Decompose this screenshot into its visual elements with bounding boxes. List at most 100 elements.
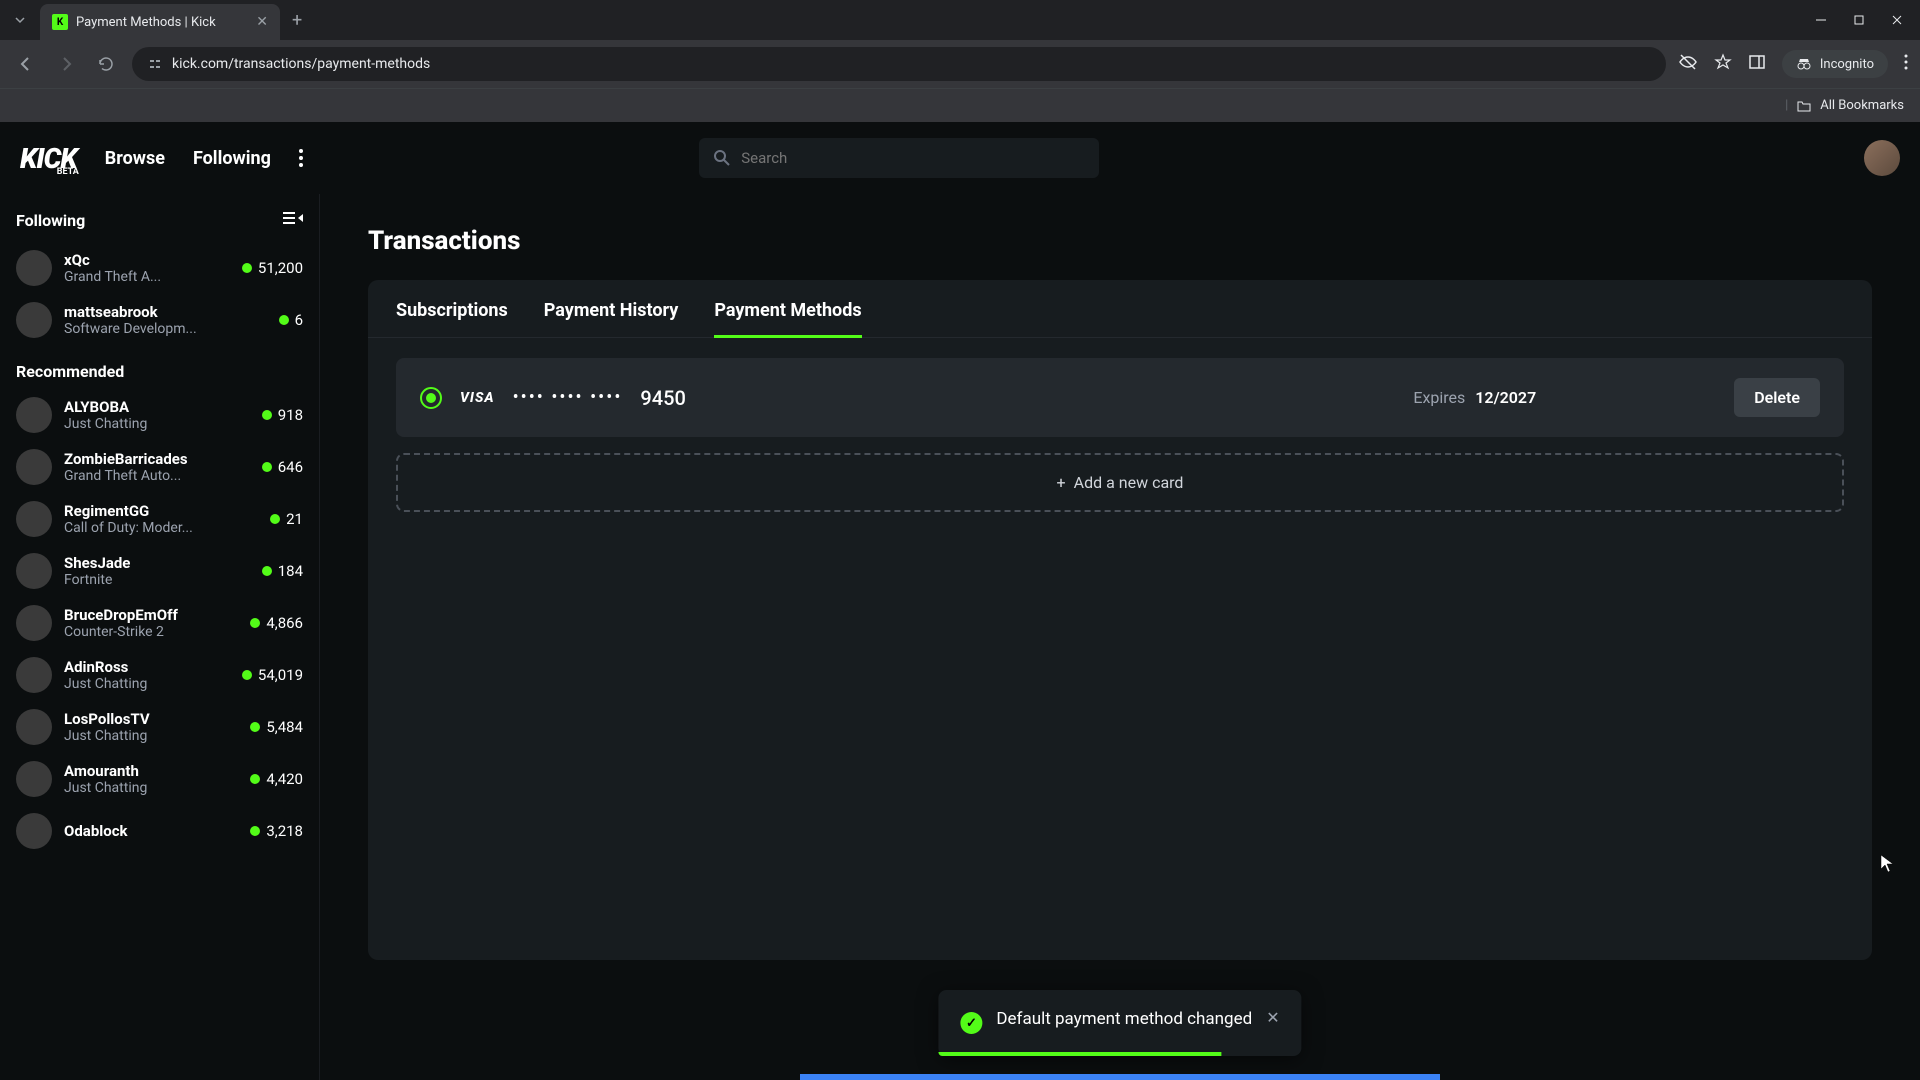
channel-row[interactable]: BruceDropEmOffCounter-Strike 24,866 <box>16 597 303 649</box>
channel-row[interactable]: xQc Grand Theft A... 51,200 <box>16 242 303 294</box>
viewer-count: 918 <box>278 406 303 424</box>
back-button[interactable] <box>12 50 40 78</box>
collapse-sidebar-icon[interactable] <box>283 210 303 230</box>
add-card-label: Add a new card <box>1074 473 1184 492</box>
live-dot-icon <box>250 722 260 732</box>
channel-row[interactable]: mattseabrook Software Developm... 6 <box>16 294 303 346</box>
channel-name: ShesJade <box>64 554 250 572</box>
channel-avatar <box>16 761 52 797</box>
channel-avatar <box>16 302 52 338</box>
channel-row[interactable]: ZombieBarricadesGrand Theft Auto...646 <box>16 441 303 493</box>
app-header: KICK BETA Browse Following <box>0 122 1920 194</box>
browser-tab[interactable]: K Payment Methods | Kick ✕ <box>40 4 280 40</box>
browser-menu-icon[interactable] <box>1904 54 1908 74</box>
channel-game: Call of Duty: Moder... <box>64 520 258 536</box>
tab-subscriptions[interactable]: Subscriptions <box>396 300 508 337</box>
channel-game: Grand Theft A... <box>64 269 230 285</box>
expires-label: Expires <box>1413 388 1465 407</box>
window-close-icon[interactable] <box>1890 13 1904 27</box>
reload-button[interactable] <box>92 50 120 78</box>
search-box[interactable] <box>699 138 1099 178</box>
live-dot-icon <box>242 263 252 273</box>
live-dot-icon <box>262 410 272 420</box>
delete-card-button[interactable]: Delete <box>1734 378 1820 417</box>
toast-progress-bar <box>938 1052 1221 1056</box>
viewer-count: 54,019 <box>258 666 303 684</box>
tabs: Subscriptions Payment History Payment Me… <box>368 280 1872 338</box>
window-minimize-icon[interactable] <box>1814 13 1828 27</box>
new-tab-button[interactable]: + <box>280 10 314 31</box>
live-dot-icon <box>270 514 280 524</box>
card-brand: VISA <box>460 390 495 406</box>
channel-avatar <box>16 709 52 745</box>
window-maximize-icon[interactable] <box>1852 13 1866 27</box>
channel-game: Grand Theft Auto... <box>64 468 250 484</box>
site-settings-icon[interactable] <box>148 57 162 71</box>
side-panel-icon[interactable] <box>1748 53 1766 75</box>
search-input[interactable] <box>741 149 1085 167</box>
channel-row[interactable]: AmouranthJust Chatting4,420 <box>16 753 303 805</box>
channel-row[interactable]: Odablock 3,218 <box>16 805 303 857</box>
live-dot-icon <box>250 618 260 628</box>
forward-button[interactable] <box>52 50 80 78</box>
channel-name: LosPollosTV <box>64 710 238 728</box>
url-bar[interactable]: kick.com/transactions/payment-methods <box>132 47 1666 81</box>
channel-row[interactable]: AdinRossJust Chatting54,019 <box>16 649 303 701</box>
incognito-label: Incognito <box>1820 57 1874 72</box>
add-card-button[interactable]: + Add a new card <box>396 453 1844 512</box>
live-dot-icon <box>250 826 260 836</box>
viewer-count: 5,484 <box>266 718 303 736</box>
channel-name: AdinRoss <box>64 658 230 676</box>
incognito-badge[interactable]: Incognito <box>1782 50 1888 78</box>
channel-name: ZombieBarricades <box>64 450 250 468</box>
viewer-count: 3,218 <box>266 822 303 840</box>
radio-selected-icon[interactable] <box>420 387 442 409</box>
card-masked: •••• •••• •••• <box>513 387 623 408</box>
channel-game: Just Chatting <box>64 780 238 796</box>
channel-game: Just Chatting <box>64 728 238 744</box>
tab-favicon: K <box>52 14 68 30</box>
viewer-count: 4,866 <box>266 614 303 632</box>
all-bookmarks-link[interactable]: All Bookmarks <box>1820 98 1904 113</box>
channel-avatar <box>16 250 52 286</box>
live-dot-icon <box>262 462 272 472</box>
plus-icon: + <box>1057 473 1066 492</box>
viewer-count: 184 <box>278 562 303 580</box>
channel-game: Software Developm... <box>64 321 267 337</box>
channel-name: Odablock <box>64 822 238 840</box>
window-controls <box>1798 13 1920 27</box>
tab-payment-history[interactable]: Payment History <box>544 300 679 337</box>
transactions-card: Subscriptions Payment History Payment Me… <box>368 280 1872 960</box>
browser-toolbar: kick.com/transactions/payment-methods In… <box>0 40 1920 88</box>
user-avatar[interactable] <box>1864 140 1900 176</box>
folder-icon <box>1796 98 1812 114</box>
channel-avatar <box>16 397 52 433</box>
tab-close-icon[interactable]: ✕ <box>256 14 268 30</box>
tab-payment-methods[interactable]: Payment Methods <box>714 300 861 337</box>
channel-row[interactable]: LosPollosTVJust Chatting 5,484 <box>16 701 303 753</box>
toast-close-icon[interactable]: ✕ <box>1266 1008 1279 1027</box>
tab-title: Payment Methods | Kick <box>76 15 248 30</box>
channel-avatar <box>16 657 52 693</box>
incognito-eye-icon[interactable] <box>1678 52 1698 76</box>
channel-name: ALYBOBA <box>64 398 250 416</box>
viewer-count: 6 <box>295 311 303 329</box>
card-last4: 9450 <box>640 386 685 410</box>
payment-method-row[interactable]: VISA •••• •••• •••• 9450 Expires 12/2027… <box>396 358 1844 437</box>
live-dot-icon <box>279 315 289 325</box>
bookmark-star-icon[interactable] <box>1714 53 1732 75</box>
channel-avatar <box>16 449 52 485</box>
channel-row[interactable]: ShesJadeFortnite184 <box>16 545 303 597</box>
incognito-icon <box>1796 56 1812 72</box>
more-menu-icon[interactable] <box>299 149 303 167</box>
nav-following[interactable]: Following <box>193 148 271 169</box>
channel-row[interactable]: RegimentGGCall of Duty: Moder...21 <box>16 493 303 545</box>
bottom-accent-bar <box>800 1074 1440 1080</box>
toast-message: Default payment method changed <box>996 1008 1252 1032</box>
browser-tab-strip: K Payment Methods | Kick ✕ + <box>0 0 1920 40</box>
toast-notification: ✓ Default payment method changed ✕ <box>938 990 1301 1056</box>
kick-logo[interactable]: KICK BETA <box>20 142 77 175</box>
nav-browse[interactable]: Browse <box>105 148 165 169</box>
tab-search-dropdown[interactable] <box>0 0 40 40</box>
channel-row[interactable]: ALYBOBAJust Chatting918 <box>16 389 303 441</box>
